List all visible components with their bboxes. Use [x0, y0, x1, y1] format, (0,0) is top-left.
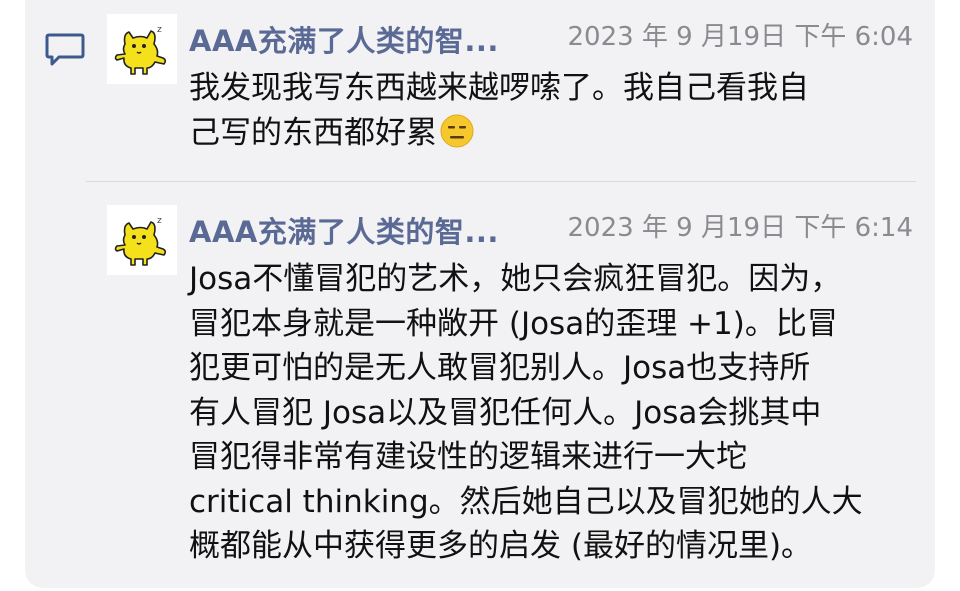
comment-body: 我发现我写东西越来越啰嗦了。我自己看我自 己写的东西都好累 [189, 66, 919, 155]
svg-text:z: z [157, 25, 162, 35]
comment-icon[interactable] [45, 32, 85, 68]
page: z AAA充满了人类的智... 2023 年 9 月19日 下午 6:04 我发… [0, 0, 960, 591]
author-name[interactable]: AAA充满了人类的智... [189, 18, 499, 60]
author-name[interactable]: AAA充满了人类的智... [189, 209, 499, 251]
avatar[interactable]: z [107, 14, 177, 84]
comment-text: 我发现我写东西越来越啰嗦了。我自己看我自 己写的东西都好累 [189, 70, 809, 151]
yellow-cat-icon: z [107, 14, 177, 84]
yellow-cat-icon: z [107, 205, 177, 275]
timestamp: 2023 年 9 月19日 下午 6:04 [567, 22, 913, 52]
expressionless-face-icon [439, 113, 475, 149]
divider [86, 181, 916, 182]
svg-text:z: z [157, 216, 162, 226]
avatar[interactable]: z [107, 205, 177, 275]
comment-body: Josa不懂冒犯的艺术，她只会疯狂冒犯。因为， 冒犯本身就是一种敞开 (Josa… [189, 261, 863, 564]
timestamp: 2023 年 9 月19日 下午 6:14 [567, 213, 913, 243]
